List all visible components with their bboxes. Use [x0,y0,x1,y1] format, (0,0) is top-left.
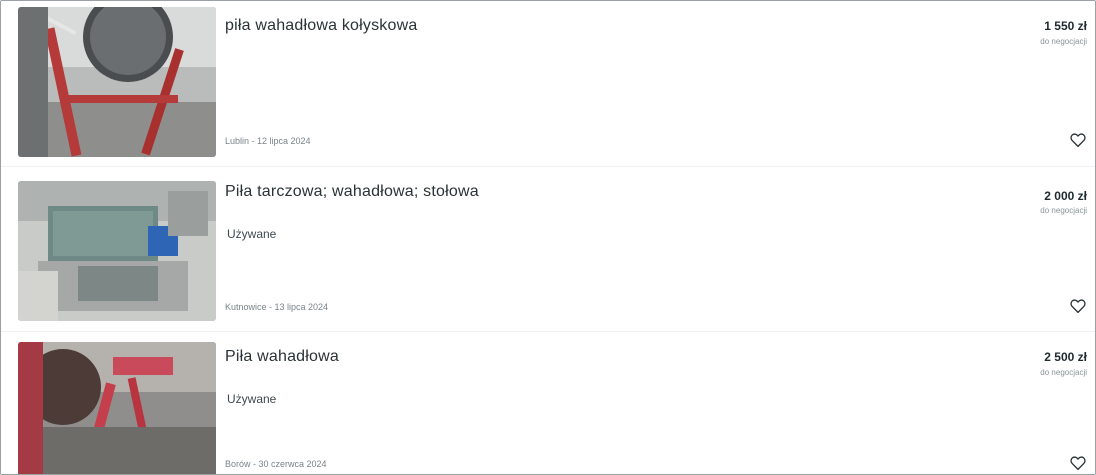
listing-title[interactable]: Piła wahadłowa [225,348,339,366]
heart-outline-icon [1070,133,1086,148]
listing-card[interactable]: Piła wahadłowa Używane Borów - 30 czerwc… [1,331,1095,474]
listing-title[interactable]: piła wahadłowa kołyskowa [225,17,417,35]
listing-photo[interactable] [18,342,216,474]
listing-title[interactable]: Piła tarczowa; wahadłowa; stołowa [225,183,479,201]
listing-location-date: Lublin - 12 lipca 2024 [225,136,311,146]
listing-location-date: Kutnowice - 13 lipca 2024 [225,302,329,312]
listing-price: 2 500 zł [1044,350,1087,364]
favorite-button[interactable] [1069,131,1087,149]
negotiable-label: do negocjacji [1040,37,1087,46]
listing-location-date: Borów - 30 czerwca 2024 [225,459,327,469]
condition-label: Używane [227,227,277,241]
listing-card[interactable]: Piła tarczowa; wahadłowa; stołowa Używan… [1,166,1095,331]
listing-photo[interactable] [18,181,216,321]
listing-price: 2 000 zł [1044,189,1087,203]
listing-price: 1 550 zł [1044,19,1087,33]
favorite-button[interactable] [1069,454,1087,472]
condition-label: Używane [227,392,277,406]
negotiable-label: do negocjacji [1040,368,1087,377]
listing-results: piła wahadłowa kołyskowa Lublin - 12 lip… [0,0,1096,475]
favorite-button[interactable] [1069,297,1087,315]
heart-outline-icon [1070,299,1086,314]
negotiable-label: do negocjacji [1040,206,1087,215]
heart-outline-icon [1070,456,1086,471]
listing-card[interactable]: piła wahadłowa kołyskowa Lublin - 12 lip… [1,1,1095,161]
listing-photo[interactable] [18,7,216,157]
